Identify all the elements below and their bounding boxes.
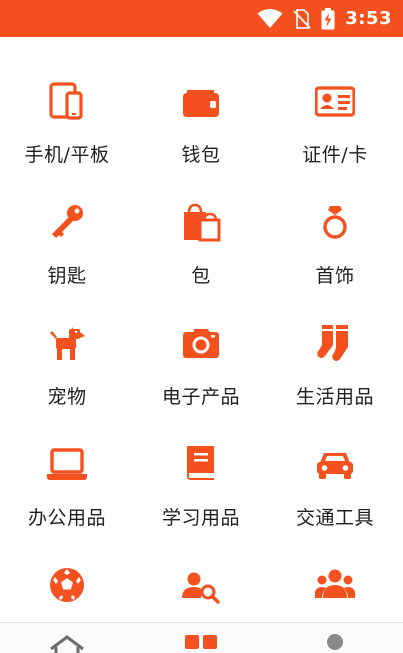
book-icon bbox=[181, 444, 221, 484]
category-key[interactable]: 钥匙 bbox=[0, 158, 134, 287]
no-sim-icon bbox=[293, 8, 311, 29]
category-electronics[interactable]: 电子产品 bbox=[134, 279, 268, 408]
category-office[interactable]: 办公用品 bbox=[0, 400, 134, 529]
category-daily-goods[interactable]: 生活用品 bbox=[268, 279, 402, 408]
bottom-nav bbox=[0, 622, 403, 653]
battery-charging-icon bbox=[321, 7, 335, 30]
grid-icon bbox=[181, 631, 221, 653]
status-bar: 3:53 bbox=[0, 0, 403, 37]
category-sports[interactable] bbox=[0, 521, 134, 622]
nav-item-user[interactable] bbox=[268, 623, 402, 653]
category-pet[interactable]: 宠物 bbox=[0, 279, 134, 408]
user-icon bbox=[315, 631, 355, 653]
category-grid: 手机/平板 钱包 证件/卡 钥匙 包 首饰 宠物 电子产品 生活用品 办公用品 … bbox=[0, 37, 403, 622]
phone-tablet-icon bbox=[47, 81, 87, 121]
wallet-icon bbox=[181, 81, 221, 121]
category-study[interactable]: 学习用品 bbox=[134, 400, 268, 529]
ring-icon bbox=[315, 202, 355, 242]
id-card-icon bbox=[315, 81, 355, 121]
home-icon bbox=[47, 631, 87, 653]
shopping-bag-icon bbox=[181, 202, 221, 242]
nav-item-home[interactable] bbox=[0, 623, 134, 653]
clock: 3:53 bbox=[345, 8, 392, 29]
category-person-search[interactable] bbox=[134, 521, 268, 622]
car-icon bbox=[315, 444, 355, 484]
group-icon bbox=[315, 565, 355, 605]
category-group[interactable] bbox=[268, 521, 402, 622]
laptop-icon bbox=[47, 444, 87, 484]
category-phone-tablet[interactable]: 手机/平板 bbox=[0, 37, 134, 166]
key-icon bbox=[47, 202, 87, 242]
category-transport[interactable]: 交通工具 bbox=[268, 400, 402, 529]
soccer-ball-icon bbox=[47, 565, 87, 605]
socks-icon bbox=[315, 323, 355, 363]
dog-icon bbox=[47, 323, 87, 363]
wifi-icon bbox=[257, 8, 283, 29]
category-id-card[interactable]: 证件/卡 bbox=[268, 37, 402, 166]
nav-item-grid[interactable] bbox=[134, 623, 268, 653]
person-search-icon bbox=[181, 565, 221, 605]
category-jewelry[interactable]: 首饰 bbox=[268, 158, 402, 287]
category-bag[interactable]: 包 bbox=[134, 158, 268, 287]
category-wallet[interactable]: 钱包 bbox=[134, 37, 268, 166]
camera-icon bbox=[181, 323, 221, 363]
